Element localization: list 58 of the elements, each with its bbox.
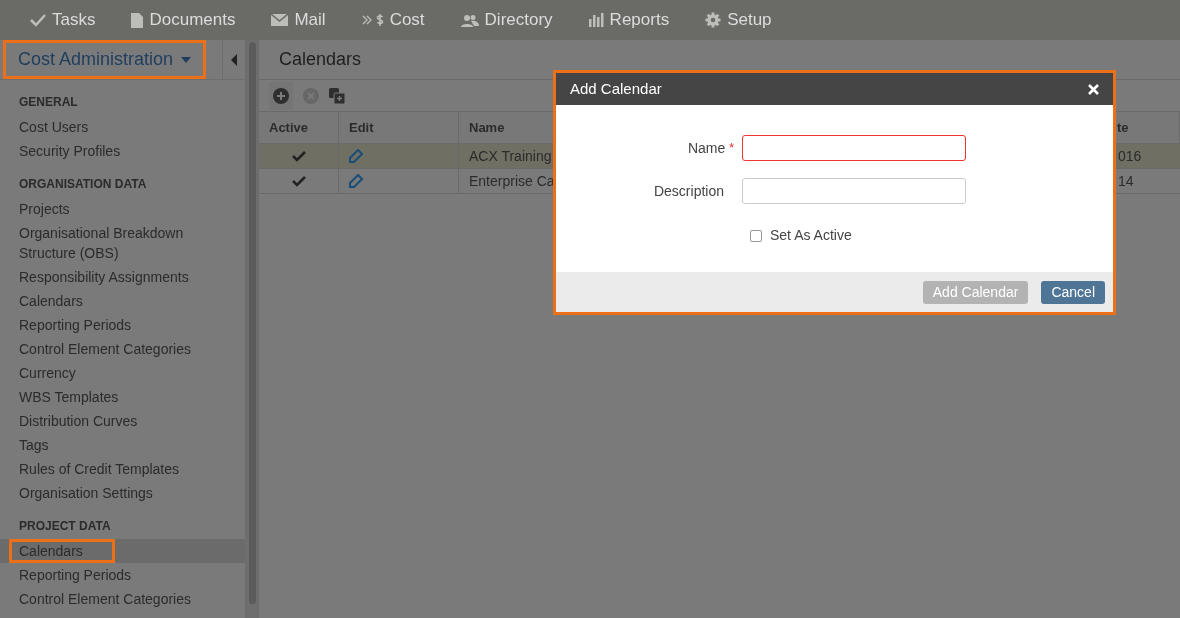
settings-icon	[705, 12, 722, 28]
nav-link[interactable]: Directory	[460, 7, 553, 33]
section-heading: PROJECT DATA	[18, 518, 112, 534]
table-cell-text: 14	[1118, 171, 1134, 191]
nav-link[interactable]: Documents	[131, 7, 236, 33]
sidebar-item[interactable]: Control Element Categories	[0, 337, 245, 361]
section-heading: GENERAL	[18, 94, 79, 110]
page-title: Calendars	[279, 48, 362, 71]
sidebar-item[interactable]: Currency	[0, 361, 245, 385]
column-header: Edit	[339, 112, 459, 143]
check-icon	[30, 13, 46, 27]
nav-link[interactable]: Tasks	[30, 7, 96, 33]
envelope-icon	[271, 14, 289, 26]
column-header: Active	[259, 112, 339, 143]
text-field[interactable]	[742, 135, 966, 161]
nav-link[interactable]: Setup	[705, 7, 772, 33]
sidebar-item[interactable]: Rules of Credit Templates	[0, 457, 245, 481]
sidebar-item[interactable]: Organisational Breakdown Structure (OBS)	[0, 221, 245, 265]
sidebar-item[interactable]: Calendars	[0, 289, 245, 313]
sidebar-item[interactable]: Reporting Periods	[0, 313, 245, 337]
nav-link[interactable]: Cost	[361, 7, 425, 33]
caret-icon	[181, 56, 192, 63]
close-icon	[1088, 83, 1099, 95]
sidebar-item[interactable]: Calendars	[0, 539, 245, 563]
section-heading: ORGANISATION DATA	[18, 176, 148, 192]
copy-icon[interactable]	[329, 87, 345, 104]
checkbox[interactable]	[750, 229, 762, 242]
sidebar-item[interactable]: Distribution Curves	[0, 409, 245, 433]
pencil-icon[interactable]	[349, 149, 363, 163]
sidebar-item[interactable]: Security Profiles	[0, 139, 245, 163]
add-button[interactable]	[269, 81, 293, 110]
cancel-button[interactable]: Cancel	[1041, 280, 1105, 304]
field-label: Description	[653, 181, 724, 201]
nav-link[interactable]: Reports	[588, 7, 670, 33]
table-cell-text: Enterprise Ca	[469, 171, 555, 191]
pencil-icon[interactable]	[349, 174, 363, 188]
dollar-chevrons-icon	[361, 13, 384, 27]
people-icon	[460, 13, 479, 27]
checkbox-label: Set As Active	[770, 226, 852, 245]
sidebar-item[interactable]: Responsibility Assignments	[0, 265, 245, 289]
sidebar-item[interactable]: Cost Users	[0, 115, 245, 139]
text-field[interactable]	[742, 178, 966, 204]
sidebar-item[interactable]: Projects	[0, 197, 245, 221]
module-dropdown[interactable]: Cost Administration	[6, 43, 204, 76]
sidebar-item[interactable]: WBS Templates	[0, 385, 245, 409]
table-cell-text: ACX Training	[469, 146, 552, 166]
close-button[interactable]	[1088, 83, 1099, 95]
caret-left-icon	[231, 53, 237, 66]
sidebar-item[interactable]: Control Element Categories	[0, 587, 245, 611]
bar-chart-icon	[588, 13, 604, 27]
sidebar-item[interactable]: Tags	[0, 433, 245, 457]
nav-link[interactable]: Mail	[271, 7, 326, 33]
sidebar-item[interactable]: Organisation Settings	[0, 481, 245, 505]
document-icon	[131, 12, 144, 28]
sidebar-item[interactable]: Reporting Periods	[0, 563, 245, 587]
dialog-title: Add Calendar	[570, 78, 662, 99]
plus-circle-icon	[273, 87, 289, 104]
table-cell-text: 016	[1118, 146, 1142, 166]
